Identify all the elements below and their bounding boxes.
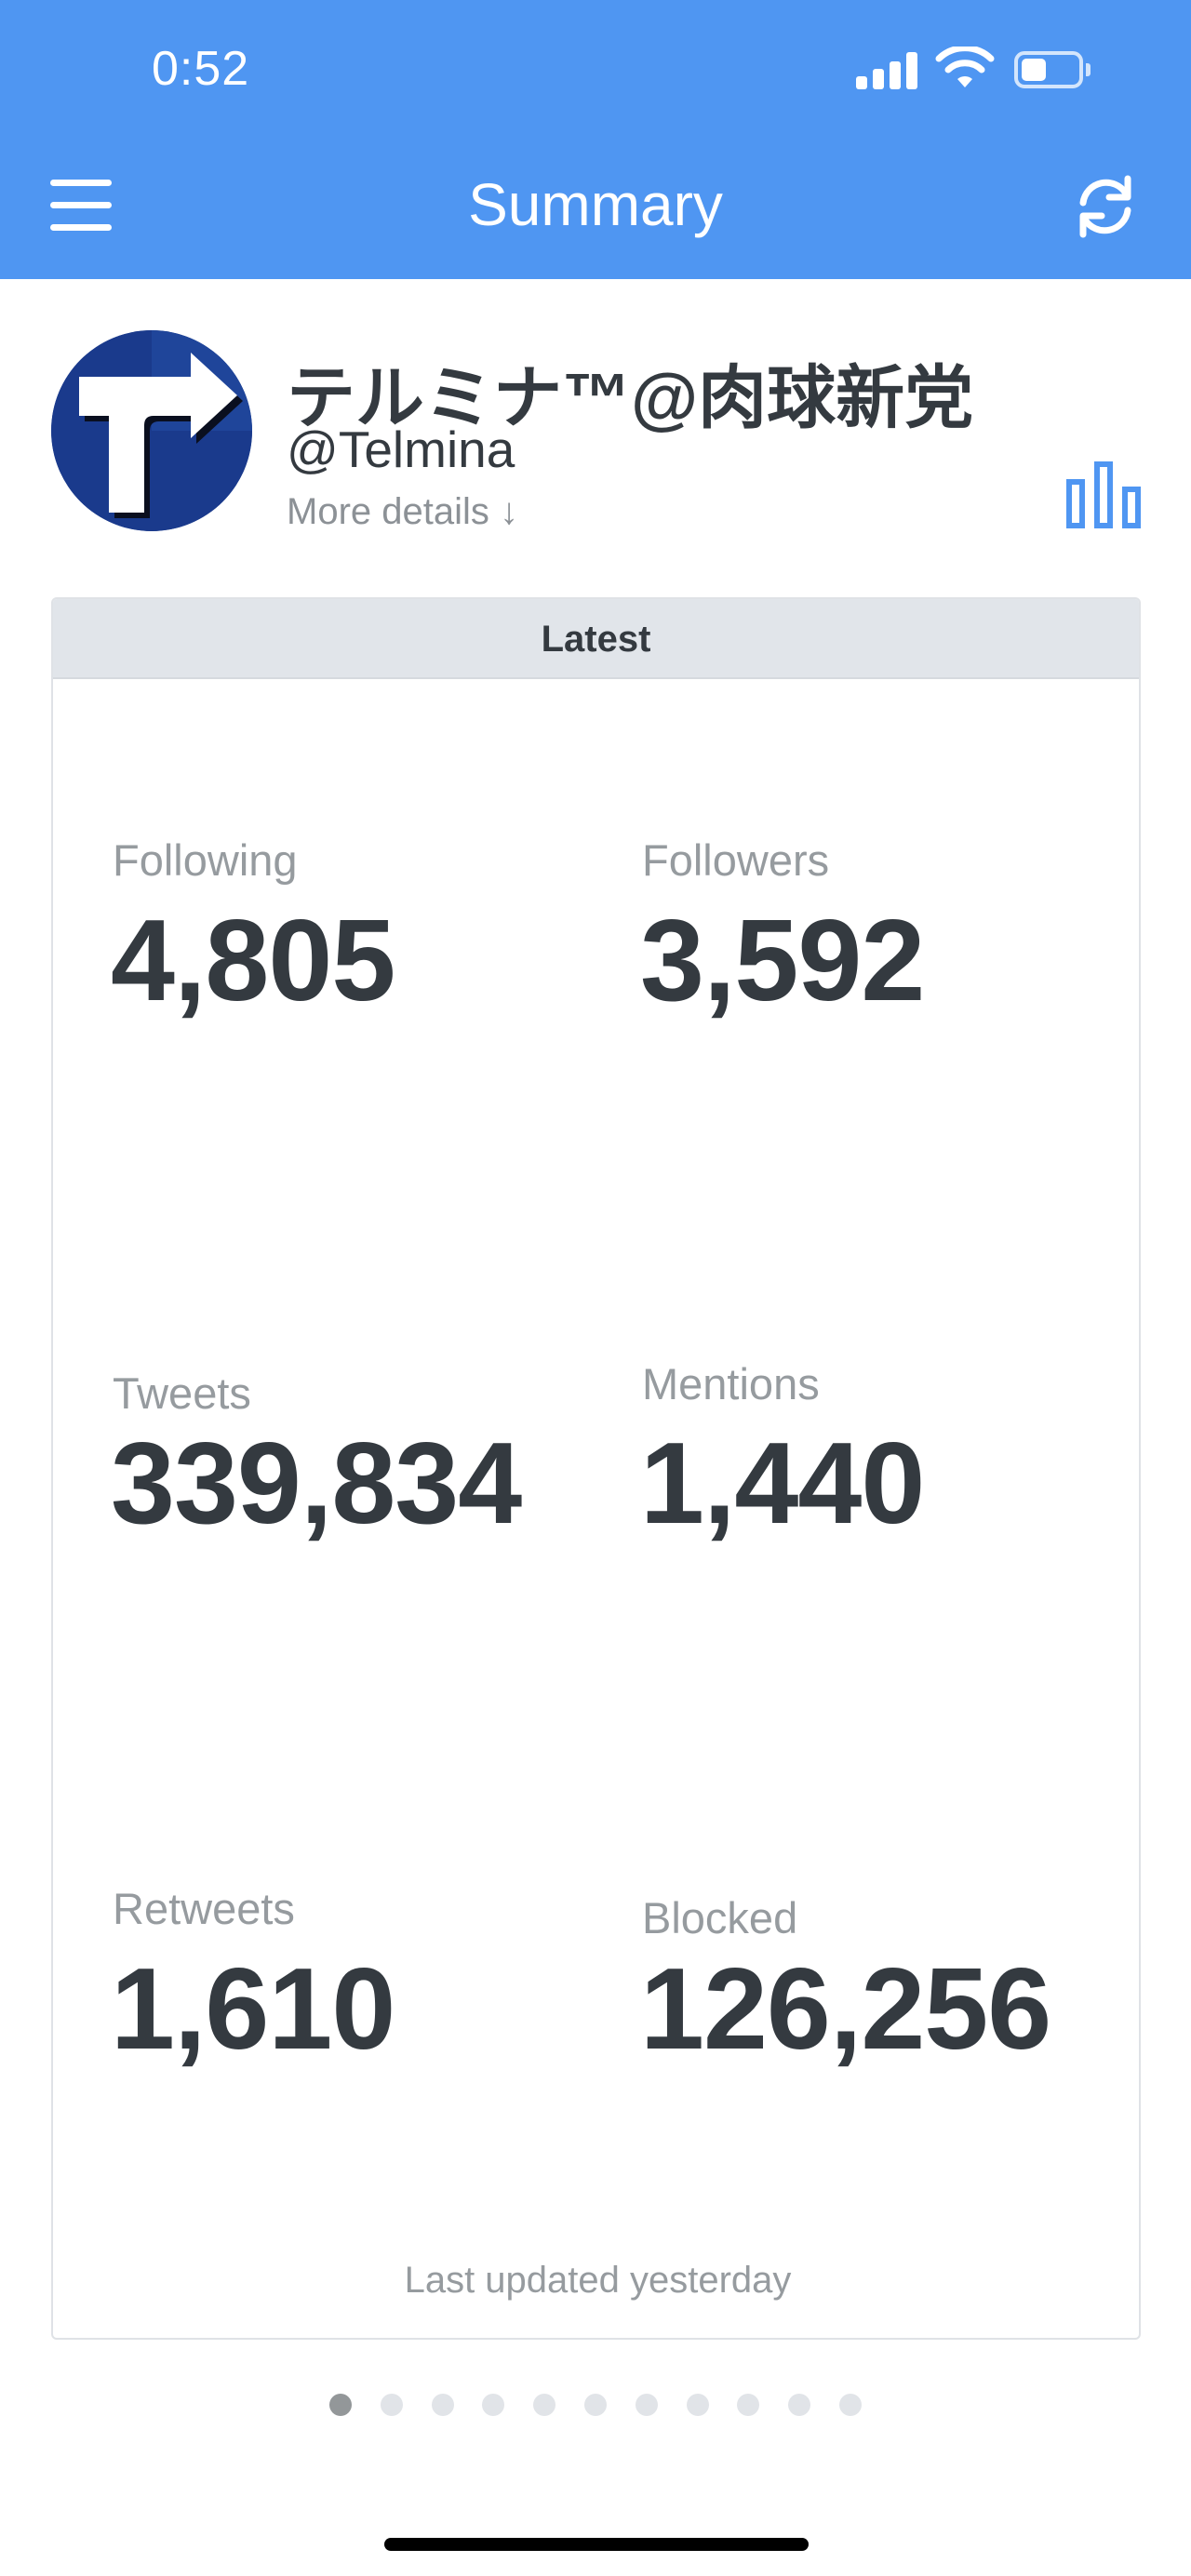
refresh-icon[interactable]: [1070, 171, 1141, 242]
battery-icon: [1014, 51, 1091, 88]
stat-label-followers: Followers: [642, 835, 830, 885]
stat-label-following: Following: [113, 835, 298, 885]
stat-label-mentions: Mentions: [642, 1359, 820, 1408]
page-dot[interactable]: [839, 2394, 862, 2416]
home-indicator[interactable]: [384, 2538, 809, 2551]
stat-value-following: 4,805: [111, 897, 395, 1025]
stat-label-retweets: Retweets: [113, 1884, 295, 1933]
stat-value-tweets: 339,834: [111, 1420, 522, 1548]
card-header: Latest: [53, 599, 1139, 679]
wifi-icon: [935, 47, 995, 87]
stat-label-tweets: Tweets: [113, 1368, 251, 1418]
avatar[interactable]: [51, 330, 252, 531]
last-updated-text: Last updated yesterday: [404, 2260, 792, 2301]
page-dot[interactable]: [533, 2394, 556, 2416]
page-dot[interactable]: [686, 2394, 709, 2416]
stat-value-followers: 3,592: [640, 897, 925, 1025]
page-dot[interactable]: [380, 2394, 403, 2416]
stat-label-blocked: Blocked: [642, 1893, 798, 1942]
bar-chart-icon[interactable]: [1066, 461, 1141, 528]
page-dot[interactable]: [584, 2394, 607, 2416]
avatar-logo-icon: [51, 330, 252, 531]
more-details-link[interactable]: More details ↓: [287, 491, 518, 533]
page-dot[interactable]: [635, 2394, 658, 2416]
page-title: Summary: [468, 171, 723, 238]
page-dot[interactable]: [329, 2394, 352, 2416]
page-dot[interactable]: [737, 2394, 760, 2416]
page-dot[interactable]: [788, 2394, 811, 2416]
status-time: 0:52: [152, 42, 250, 96]
page-dot[interactable]: [482, 2394, 505, 2416]
stat-value-mentions: 1,440: [640, 1420, 925, 1548]
page-dot[interactable]: [431, 2394, 454, 2416]
cellular-signal-icon: [856, 52, 917, 89]
summary-card: Latest Following 4,805 Followers 3,592 T…: [51, 597, 1141, 2340]
stat-value-retweets: 1,610: [111, 1945, 395, 2074]
app-header: 0:52 Summary: [0, 0, 1191, 279]
profile-handle: @Telmina: [287, 420, 515, 478]
stat-value-blocked: 126,256: [640, 1945, 1051, 2074]
